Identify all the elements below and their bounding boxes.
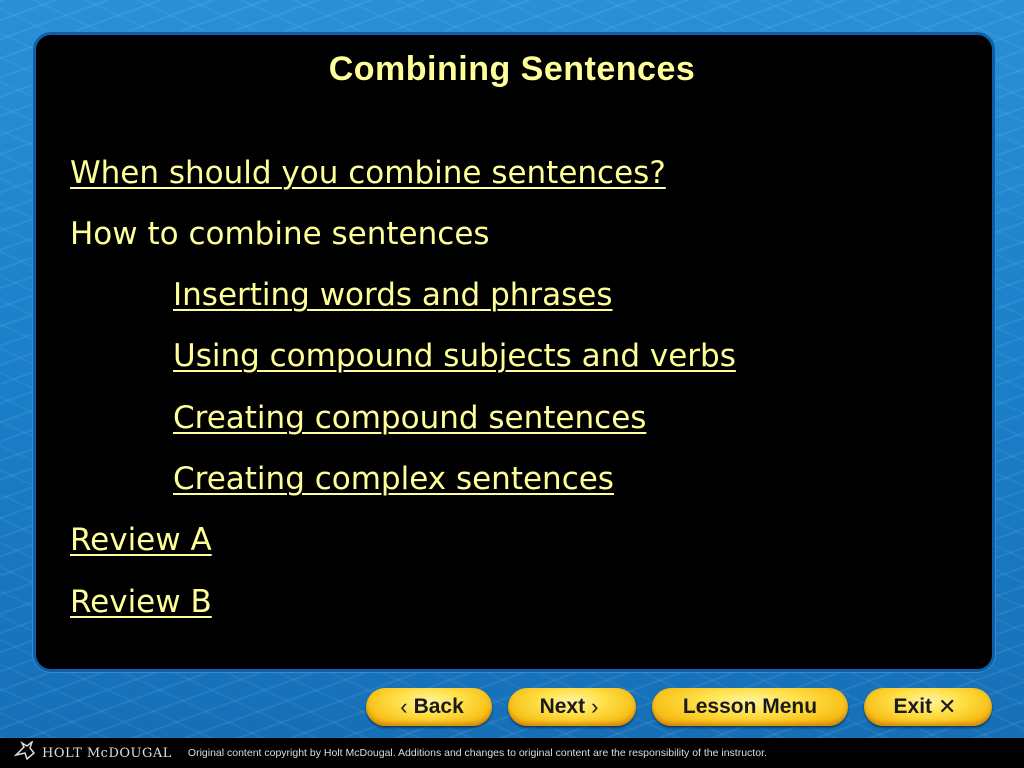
footer: HOLT McDOUGAL Original content copyright… bbox=[0, 738, 1024, 768]
brand-name: HOLT McDOUGAL bbox=[42, 745, 172, 761]
lesson-menu-label: Lesson Menu bbox=[682, 695, 818, 718]
back-label: Back bbox=[413, 695, 464, 718]
chevron-right-icon: › bbox=[591, 694, 599, 719]
link-complex-sentences[interactable]: Creating complex sentences bbox=[173, 461, 614, 497]
next-button[interactable]: Next › bbox=[508, 688, 636, 726]
link-inserting-words[interactable]: Inserting words and phrases bbox=[173, 277, 613, 313]
close-icon: ✕ bbox=[938, 694, 957, 719]
exit-button[interactable]: Exit ✕ bbox=[864, 688, 992, 726]
holt-mcdougal-logo-icon bbox=[13, 739, 36, 765]
back-button[interactable]: ‹ Back bbox=[366, 688, 492, 726]
next-label: Next bbox=[539, 695, 586, 718]
link-when-combine[interactable]: When should you combine sentences? bbox=[70, 155, 666, 191]
copyright-notice: Original content copyright by Holt McDou… bbox=[187, 747, 767, 759]
slide-title: Combining Sentences bbox=[328, 50, 696, 88]
lesson-menu-button[interactable]: Lesson Menu bbox=[652, 688, 848, 726]
link-review-a[interactable]: Review A bbox=[70, 522, 212, 558]
link-compound-sentences[interactable]: Creating compound sentences bbox=[173, 400, 646, 436]
exit-label: Exit bbox=[893, 695, 933, 718]
heading-how-to-combine: How to combine sentences bbox=[70, 216, 490, 252]
link-review-b[interactable]: Review B bbox=[70, 584, 212, 620]
link-compound-subjects-verbs[interactable]: Using compound subjects and verbs bbox=[173, 338, 736, 374]
chevron-left-icon: ‹ bbox=[400, 694, 408, 719]
